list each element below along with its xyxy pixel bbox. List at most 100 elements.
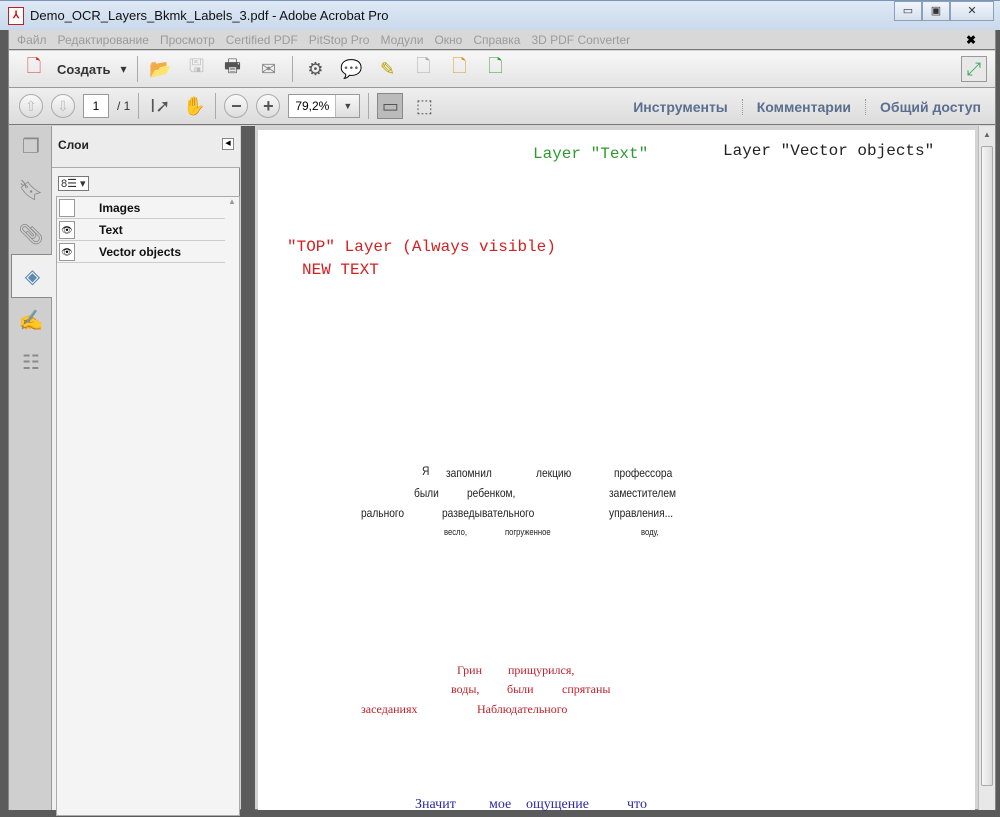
word: профессора <box>614 466 673 480</box>
word: рального <box>361 506 405 520</box>
layer-name: Vector objects <box>99 244 182 259</box>
layer-row-vector-objects[interactable]: 👁 Vector objects <box>57 241 225 263</box>
zoom-in-button[interactable]: + <box>256 94 281 118</box>
window-title: Demo_OCR_Layers_Bkmk_Labels_3.pdf - Adob… <box>30 8 389 23</box>
gear-icon[interactable]: ⚙ <box>303 56 329 82</box>
zoom-value: 79,2% <box>295 99 330 113</box>
word: Наблюдательного <box>477 702 568 716</box>
menu-edit[interactable]: Редактирование <box>58 33 149 47</box>
pages-icon[interactable]: ❐ <box>15 130 47 162</box>
previous-page-button[interactable]: ⇧ <box>19 94 43 118</box>
menu-help[interactable]: Справка <box>473 33 520 47</box>
word: что <box>627 797 647 812</box>
text-edit-icon[interactable]: ✎ <box>375 56 401 82</box>
fit-page-icon[interactable]: ⬚ <box>411 93 437 119</box>
word: воду, <box>641 527 659 537</box>
content-tree-icon[interactable]: ☷ <box>15 346 47 378</box>
document-refresh-icon[interactable]: 🗋 <box>483 56 509 82</box>
layers-scrollbar[interactable]: ▲ <box>225 197 239 817</box>
email-icon[interactable]: ✉ <box>256 56 282 82</box>
document-scrollbar[interactable]: ▲ <box>978 126 995 810</box>
layer-vector-heading: Layer "Vector objects" <box>723 142 935 160</box>
layer-row-images[interactable]: Images <box>57 197 225 219</box>
word: разведывательного <box>442 506 535 520</box>
fullscreen-icon[interactable]: ⤢ <box>961 56 987 82</box>
layer-options-button[interactable]: 8☰ ▾ <box>58 176 89 191</box>
word: Значит <box>415 797 456 812</box>
layer-row-text[interactable]: 👁 Text <box>57 219 225 241</box>
menu-plugins[interactable]: Модули <box>380 33 423 47</box>
share-link[interactable]: Общий доступ <box>865 98 995 115</box>
minimize-button[interactable]: ▭ <box>894 1 922 21</box>
navigation-pane-strip: ❐ 🔖︎ 📎︎ ◈ ✍ ☷ <box>9 126 53 810</box>
word: были <box>414 486 439 500</box>
word: Я <box>422 464 430 478</box>
pdf-app-icon: ⅄ <box>8 7 24 25</box>
close-document-button[interactable]: ✖ <box>966 33 976 47</box>
maximize-button[interactable]: ▣ <box>922 1 950 21</box>
divider <box>368 93 370 119</box>
layer-name: Text <box>99 222 123 237</box>
menu-file[interactable]: Файл <box>17 33 47 47</box>
navigation-toolbar: ⇧ ⇩ 1 / 1 I➚ ✋ − + 79,2% ▼ ▭ ⬚ Инструмен… <box>9 88 995 125</box>
eye-icon[interactable]: 👁 <box>59 220 75 239</box>
print-icon[interactable]: 🖶 <box>220 56 246 82</box>
divider <box>291 56 293 82</box>
page-total: / 1 <box>117 99 131 113</box>
next-page-button[interactable]: ⇩ <box>51 94 75 118</box>
menu-3d-pdf[interactable]: 3D PDF Converter <box>531 33 630 47</box>
layer-name: Images <box>99 200 141 215</box>
word: Грин <box>457 663 483 677</box>
word: погруженное <box>505 527 551 537</box>
divider <box>215 93 217 119</box>
word: ощущение <box>526 797 589 812</box>
page-number-input[interactable]: 1 <box>83 94 109 118</box>
menu-certified-pdf[interactable]: Certified PDF <box>226 33 298 47</box>
fit-width-icon[interactable]: ▭ <box>377 93 404 119</box>
close-window-button[interactable]: ✕ <box>950 1 994 21</box>
divider <box>136 56 138 82</box>
menu-window[interactable]: Окно <box>434 33 462 47</box>
save-icon[interactable]: 🖫 <box>184 56 210 82</box>
bookmarks-icon[interactable]: 🔖︎ <box>15 174 47 206</box>
word: ребенком, <box>467 486 516 500</box>
layers-panel: Слои ◀ 8☰ ▾ Images 👁 Text 👁 Vector objec… <box>52 126 240 816</box>
create-pdf-icon[interactable]: 🗋 <box>21 56 47 82</box>
eye-icon[interactable]: 👁 <box>59 242 75 261</box>
visibility-toggle[interactable] <box>59 198 75 217</box>
zoom-select[interactable]: 79,2% ▼ <box>288 94 361 118</box>
word: заседаниях <box>361 702 418 716</box>
main-toolbar: 🗋 Создать ▾ 📂 🖫 🖶 ✉ ⚙ 💬 ✎ 🗋 🗋 🗋 ⤢ <box>9 51 995 88</box>
document-delete-icon[interactable]: 🗋 <box>411 56 437 82</box>
layers-icon[interactable]: ◈ <box>11 254 53 298</box>
panel-splitter[interactable] <box>241 126 255 810</box>
panel-title: Слои <box>58 138 89 152</box>
word: управления... <box>609 506 674 520</box>
collapse-panel-button[interactable]: ◀ <box>222 138 234 150</box>
word: воды, <box>451 682 480 696</box>
select-cursor-icon[interactable]: I➚ <box>147 93 173 119</box>
attachments-icon[interactable]: 📎︎ <box>15 218 47 250</box>
chevron-down-icon[interactable]: ▾ <box>120 62 126 76</box>
document-export-icon[interactable]: 🗋 <box>447 56 473 82</box>
word: прищурился, <box>508 663 575 677</box>
menu-view[interactable]: Просмотр <box>160 33 215 47</box>
create-button[interactable]: Создать <box>57 62 110 77</box>
comment-icon[interactable]: 💬 <box>339 56 365 82</box>
word: спрятаны <box>562 682 611 696</box>
zoom-out-button[interactable]: − <box>224 94 249 118</box>
word: лекцию <box>536 466 572 480</box>
word: мое <box>489 797 512 812</box>
open-folder-icon[interactable]: 📂 <box>148 56 174 82</box>
scrollbar-thumb[interactable] <box>981 146 993 786</box>
menu-pitstop[interactable]: PitStop Pro <box>309 33 370 47</box>
layers-list: Images 👁 Text 👁 Vector objects ▲ <box>56 196 240 816</box>
scroll-up-arrow-icon[interactable]: ▲ <box>979 126 995 144</box>
title-bar: ⅄ Demo_OCR_Layers_Bkmk_Labels_3.pdf - Ad… <box>0 0 1000 30</box>
comments-link[interactable]: Комментарии <box>741 98 865 115</box>
hand-tool-icon[interactable]: ✋ <box>181 93 207 119</box>
word: весло, <box>444 527 467 537</box>
signatures-icon[interactable]: ✍ <box>15 304 47 336</box>
tools-link[interactable]: Инструменты <box>619 99 742 115</box>
chevron-down-icon[interactable]: ▼ <box>335 95 360 117</box>
